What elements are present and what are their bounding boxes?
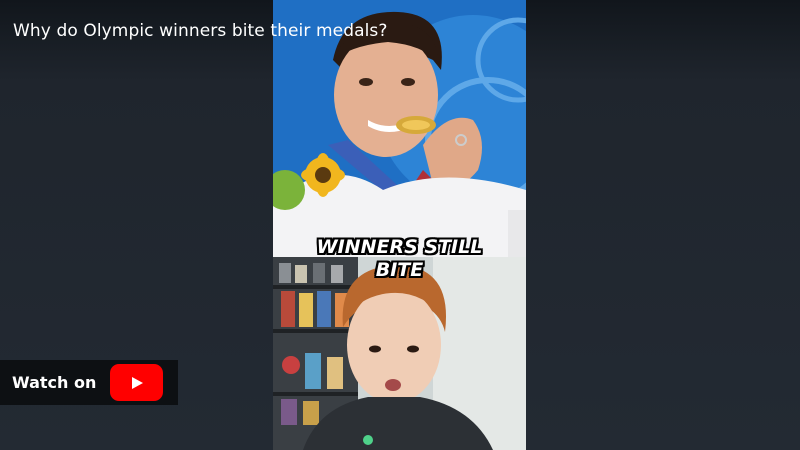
caption-line-2: BITE	[375, 259, 424, 281]
caption-line-1: WINNERS STILL	[316, 236, 483, 258]
video-title[interactable]: Why do Olympic winners bite their medals…	[13, 21, 388, 41]
watch-on-label: Watch on	[12, 373, 97, 392]
youtube-play-icon	[131, 376, 143, 389]
video-caption: WINNERS STILL BITE	[273, 236, 526, 282]
watch-on-youtube-bar[interactable]: Watch on	[0, 360, 178, 405]
video-player[interactable]: Why do Olympic winners bite their medals…	[0, 0, 800, 450]
video-frame[interactable]	[273, 0, 526, 450]
youtube-button[interactable]	[110, 364, 163, 401]
presenter-photo	[273, 257, 526, 450]
